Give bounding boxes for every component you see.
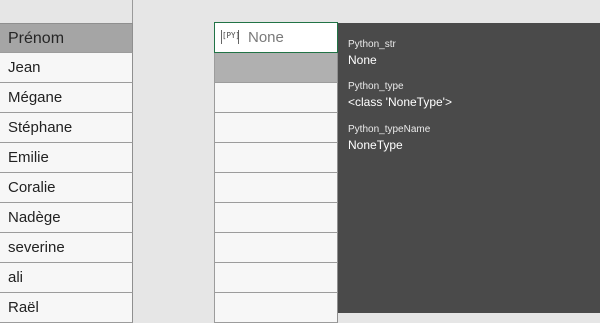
python-badge-icon: [PY] [221,29,240,44]
field-value: None [348,53,377,67]
cell-a-4[interactable]: Emilie [0,143,133,173]
cell-a-6[interactable]: Nadège [0,203,133,233]
column-a-top-spacer [0,0,133,23]
field-python-type: Python_type <class 'NoneType'> [348,81,452,109]
cell-a-2[interactable]: Mégane [0,83,133,113]
field-value: NoneType [348,138,403,152]
cell-a-3[interactable]: Stéphane [0,113,133,143]
column-a: Prénom Jean Mégane Stéphane Emilie Coral… [0,0,133,323]
column-c: [PY] None [214,0,338,323]
cell-a-7[interactable]: severine [0,233,133,263]
header-cell-prenom[interactable]: Prénom [0,23,133,53]
column-c-top-spacer [214,0,338,22]
field-python-typename: Python_typeName NoneType [348,124,430,152]
python-value-card: Python_str None Python_type <class 'None… [338,23,600,313]
cell-c-7[interactable] [214,203,338,233]
cell-c-10[interactable] [214,293,338,323]
cell-c-9[interactable] [214,263,338,293]
cell-a-8[interactable]: ali [0,263,133,293]
cell-c-3[interactable] [214,83,338,113]
field-value: <class 'NoneType'> [348,95,452,109]
cell-a-9[interactable]: Raël [0,293,133,323]
field-label: Python_str [348,39,396,50]
active-python-cell[interactable]: [PY] None [214,22,338,53]
cell-c-4[interactable] [214,113,338,143]
cell-c-2[interactable] [214,53,338,83]
active-cell-value: None [248,29,284,46]
field-python-str: Python_str None [348,39,396,67]
cell-c-5[interactable] [214,143,338,173]
cell-a-5[interactable]: Coralie [0,173,133,203]
cell-c-8[interactable] [214,233,338,263]
cell-c-6[interactable] [214,173,338,203]
cell-a-1[interactable]: Jean [0,53,133,83]
field-label: Python_type [348,81,404,92]
field-label: Python_typeName [348,124,431,135]
